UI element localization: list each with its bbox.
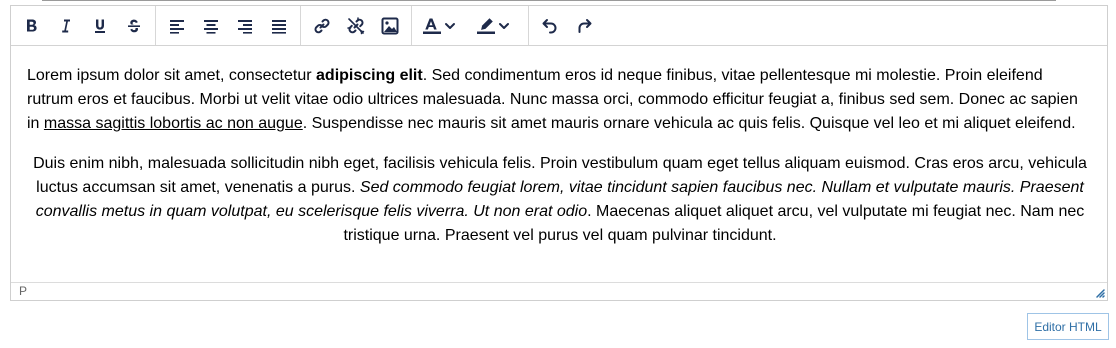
p1-text-c: . Suspendisse nec mauris sit amet mauris… xyxy=(302,115,1076,132)
align-center-button[interactable] xyxy=(194,9,228,43)
editor-toolbar xyxy=(11,6,1107,46)
format-group xyxy=(11,6,155,45)
align-justify-button[interactable] xyxy=(262,9,296,43)
text-color-button[interactable] xyxy=(416,9,470,43)
insert-group xyxy=(300,6,411,45)
editor-content[interactable]: Lorem ipsum dolor sit amet, consectetur … xyxy=(27,64,1093,248)
align-right-icon xyxy=(238,19,252,34)
alignment-group xyxy=(155,6,300,45)
link-button[interactable] xyxy=(305,9,339,43)
underline-button[interactable] xyxy=(83,9,117,43)
underline-icon xyxy=(95,19,105,33)
chevron-down-icon xyxy=(445,22,455,29)
redo-button[interactable] xyxy=(567,9,601,43)
highlight-color-button[interactable] xyxy=(470,9,524,43)
redo-icon xyxy=(578,18,592,33)
resize-handle-icon[interactable] xyxy=(1095,288,1105,298)
image-icon xyxy=(381,17,399,34)
text-color-icon xyxy=(423,18,441,34)
bold-button[interactable] xyxy=(15,9,49,43)
align-left-icon xyxy=(170,19,184,34)
undo-icon xyxy=(542,18,557,33)
bold-icon xyxy=(27,19,37,31)
rich-text-editor: Lorem ipsum dolor sit amet, consectetur … xyxy=(10,5,1108,301)
align-right-button[interactable] xyxy=(228,9,262,43)
strikethrough-icon xyxy=(128,19,140,32)
chevron-down-icon xyxy=(499,22,509,29)
p1-text-a: Lorem ipsum dolor sit amet, consectetur xyxy=(27,67,317,84)
editor-statusbar: P xyxy=(11,282,1107,300)
italic-button[interactable] xyxy=(49,9,83,43)
strikethrough-button[interactable] xyxy=(117,9,151,43)
link-icon xyxy=(314,18,330,33)
align-center-icon xyxy=(204,19,218,34)
italic-icon xyxy=(62,19,70,32)
p1-underlined-text: massa sagittis lobortis ac non augue xyxy=(43,115,303,132)
p1-bold-text: adipiscing elit xyxy=(316,67,423,84)
unlink-icon xyxy=(347,16,365,34)
highlight-color-icon xyxy=(477,17,495,34)
image-button[interactable] xyxy=(373,9,407,43)
editor-html-button[interactable]: Editor HTML xyxy=(1027,313,1109,340)
unlink-button[interactable] xyxy=(339,9,373,43)
element-path[interactable]: P xyxy=(19,284,27,298)
paragraph-2: Duis enim nibh, malesuada sollicitudin n… xyxy=(27,152,1093,248)
undo-button[interactable] xyxy=(533,9,567,43)
history-group xyxy=(528,6,605,45)
align-left-button[interactable] xyxy=(160,9,194,43)
top-divider xyxy=(42,0,1056,1)
align-justify-icon xyxy=(272,19,286,34)
color-group xyxy=(411,6,528,45)
paragraph-1: Lorem ipsum dolor sit amet, consectetur … xyxy=(27,64,1093,136)
